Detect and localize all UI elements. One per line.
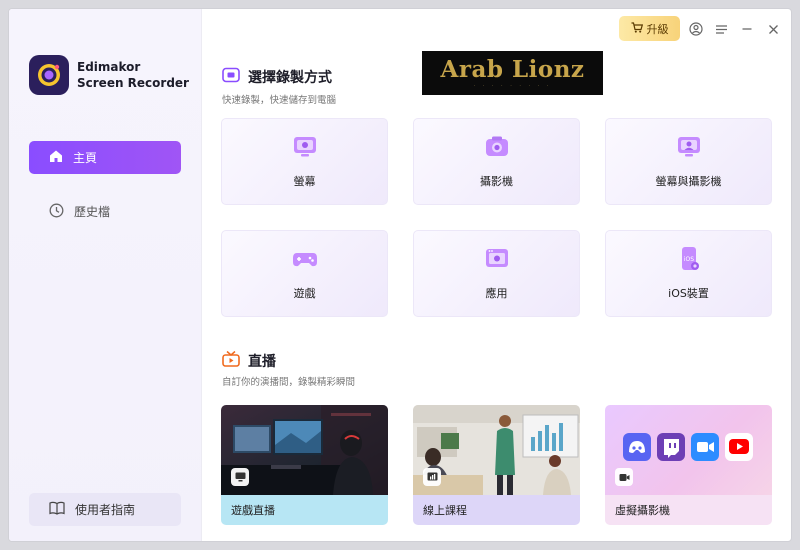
clock-icon	[49, 203, 64, 221]
live-card-virtual-camera[interactable]: 虛擬攝影機	[605, 405, 772, 525]
minimize-icon[interactable]	[739, 21, 755, 37]
app-name-line2: Screen Recorder	[77, 76, 189, 90]
app-window-icon	[483, 245, 511, 273]
edimakor-logo-icon	[29, 55, 69, 95]
menu-icon[interactable]	[713, 21, 729, 37]
sidebar-item-history[interactable]: 歷史檔	[29, 195, 181, 228]
record-card-app[interactable]: 應用	[413, 230, 580, 317]
record-card-ios[interactable]: iOS iOS裝置	[605, 230, 772, 317]
user-guide-label: 使用者指南	[75, 503, 136, 517]
upgrade-label: 升級	[646, 22, 669, 36]
live-section-title: 直播	[248, 353, 276, 370]
camera-icon	[483, 133, 511, 161]
record-card-label: 螢幕	[293, 175, 316, 188]
app-name: Edimakor Screen Recorder	[77, 59, 189, 91]
svg-text:iOS: iOS	[683, 256, 693, 263]
record-card-label: 應用	[485, 287, 508, 300]
video-camera-icon	[615, 468, 633, 486]
live-card-online-course[interactable]: 線上課程	[413, 405, 580, 525]
sidebar: Edimakor Screen Recorder 主頁 歷史檔 使用者指南	[9, 9, 202, 541]
record-card-screen[interactable]: 螢幕	[221, 118, 388, 205]
record-card-camera[interactable]: 攝影機	[413, 118, 580, 205]
app-name-line1: Edimakor	[77, 60, 141, 74]
record-card-screen-camera[interactable]: 螢幕與攝影機	[605, 118, 772, 205]
live-card-game-stream[interactable]: 遊戲直播	[221, 405, 388, 525]
gamepad-icon	[291, 245, 319, 273]
record-card-label: iOS裝置	[668, 287, 709, 300]
record-card-label: 螢幕與攝影機	[655, 175, 722, 188]
sidebar-item-home[interactable]: 主頁	[29, 141, 181, 174]
watermark-dots: · · · · · · · · ·	[473, 83, 552, 89]
book-icon	[49, 501, 65, 518]
live-card-label: 線上課程	[413, 495, 580, 525]
upgrade-button[interactable]: 升級	[619, 16, 680, 41]
ios-device-icon: iOS	[675, 245, 703, 273]
app-window: Edimakor Screen Recorder 主頁 歷史檔 使用者指南 升級…	[8, 8, 792, 542]
sidebar-item-label: 主頁	[73, 151, 98, 165]
record-card-label: 遊戲	[293, 287, 316, 300]
sidebar-item-label: 歷史檔	[74, 205, 111, 219]
live-section-subtitle: 自訂你的演播間，錄製精彩瞬間	[222, 377, 356, 388]
watermark-banner: Arab Lionz · · · · · · · · ·	[422, 51, 603, 95]
screen-camera-icon	[675, 133, 703, 161]
user-guide-button[interactable]: 使用者指南	[29, 493, 181, 526]
live-section-header: 直播	[222, 350, 276, 371]
app-logo: Edimakor Screen Recorder	[29, 55, 189, 95]
cart-icon	[631, 21, 643, 36]
live-card-label: 遊戲直播	[221, 495, 388, 525]
record-card-label: 攝影機	[480, 175, 513, 188]
close-icon[interactable]	[765, 21, 781, 37]
monitor-icon	[231, 468, 249, 486]
record-section-subtitle: 快速錄製，快速儲存到電腦	[222, 95, 337, 106]
record-section-title: 選擇錄製方式	[248, 70, 332, 86]
record-section-header: 選擇錄製方式	[222, 67, 332, 87]
tv-icon	[222, 350, 240, 371]
watermark-title: Arab Lionz	[440, 56, 585, 83]
presentation-icon	[423, 468, 441, 486]
live-card-label: 虛擬攝影機	[605, 495, 772, 525]
record-card-game[interactable]: 遊戲	[221, 230, 388, 317]
account-icon[interactable]	[688, 21, 704, 37]
record-icon	[222, 67, 240, 87]
screen-icon	[291, 133, 319, 161]
home-icon	[49, 149, 63, 166]
